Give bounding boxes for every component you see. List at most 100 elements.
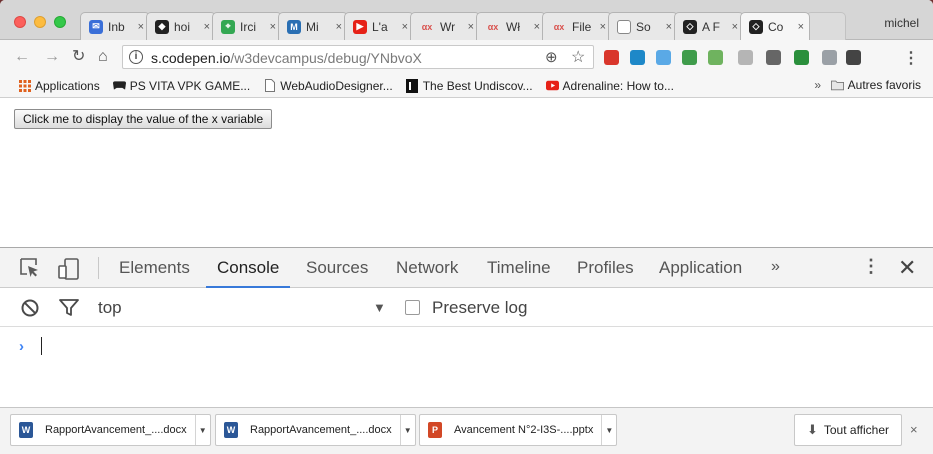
- tab-close-icon[interactable]: ×: [798, 21, 804, 33]
- home-icon[interactable]: ⌂: [98, 48, 108, 66]
- extension-icon[interactable]: [656, 50, 671, 65]
- bookmark-label: WebAudioDesigner...: [280, 78, 393, 93]
- extension-icon[interactable]: [630, 50, 645, 65]
- back-arrow-icon[interactable]: ←: [14, 48, 30, 66]
- bookmark-best-undiscovered[interactable]: The Best Undiscov...: [406, 78, 533, 93]
- browser-menu-icon[interactable]: ⋮: [903, 48, 919, 68]
- browser-tab[interactable]: αx Wł ×: [476, 12, 546, 40]
- browser-tab[interactable]: M Mi ×: [278, 12, 348, 40]
- extension-icon[interactable]: [766, 50, 781, 65]
- bookmark-applications[interactable]: Applications: [18, 79, 100, 93]
- download-menu-arrow-icon[interactable]: ▼: [602, 426, 616, 435]
- tab-close-icon[interactable]: ×: [270, 21, 276, 33]
- devtools-close-icon[interactable]: ✕: [898, 255, 916, 281]
- browser-tab[interactable]: ▶ L'a ×: [344, 12, 414, 40]
- clear-console-icon[interactable]: [21, 299, 39, 320]
- extension-icon[interactable]: [708, 50, 723, 65]
- extension-icon[interactable]: [682, 50, 697, 65]
- download-item[interactable]: W RapportAvancement_....docx ▼: [215, 414, 416, 446]
- tab-close-icon[interactable]: ×: [732, 21, 738, 33]
- bookmark-adrenaline[interactable]: Adrenaline: How to...: [545, 79, 674, 93]
- toolbar-divider: [98, 257, 99, 279]
- extension-icon[interactable]: [794, 50, 809, 65]
- extension-icon[interactable]: [604, 50, 619, 65]
- browser-tab[interactable]: ⌖ Irci ×: [212, 12, 282, 40]
- browser-tab[interactable]: ✉ Inb ×: [80, 12, 150, 40]
- zoom-icon[interactable]: ⊕: [545, 48, 558, 66]
- download-item[interactable]: W RapportAvancement_....docx ▼: [10, 414, 211, 446]
- other-bookmarks-folder[interactable]: Autres favoris: [830, 78, 921, 92]
- download-item-main[interactable]: W RapportAvancement_....docx: [11, 415, 196, 445]
- web-page-content: Click me to display the value of the x v…: [0, 99, 933, 247]
- address-url[interactable]: s.codepen.io/w3devcampus/debug/YNbvoX: [151, 50, 422, 66]
- browser-tab[interactable]: αx Wr ×: [410, 12, 480, 40]
- window-maximize-button[interactable]: [54, 16, 66, 28]
- bookmark-webaudiodesigner[interactable]: WebAudioDesigner...: [263, 79, 393, 93]
- browser-tab[interactable]: ◇ Co ×: [740, 12, 810, 40]
- bookmarks-overflow-button[interactable]: »: [814, 78, 821, 92]
- bookmark-star-icon[interactable]: ☆: [571, 47, 585, 67]
- more-tabs-button[interactable]: »: [771, 258, 780, 276]
- download-icon: ⬇: [806, 422, 818, 437]
- new-tab-button[interactable]: [806, 12, 846, 40]
- window-minimize-button[interactable]: [34, 16, 46, 28]
- ax-icon: αx: [487, 21, 499, 32]
- download-menu-arrow-icon[interactable]: ▼: [401, 426, 415, 435]
- extension-icon[interactable]: [822, 50, 837, 65]
- tab-elements[interactable]: Elements: [119, 248, 190, 288]
- tab-title: L'a: [372, 19, 388, 34]
- extension-icon[interactable]: [846, 50, 861, 65]
- extension-icon[interactable]: [738, 50, 753, 65]
- browser-tab[interactable]: So ×: [608, 12, 678, 40]
- forward-arrow-icon[interactable]: →: [44, 48, 60, 66]
- tab-sources[interactable]: Sources: [306, 248, 368, 288]
- tab-close-icon[interactable]: ×: [468, 21, 474, 33]
- context-dropdown-arrow-icon[interactable]: ▼: [373, 300, 386, 315]
- filter-icon[interactable]: [59, 299, 79, 320]
- device-toolbar-icon[interactable]: [58, 258, 80, 283]
- inspect-element-icon[interactable]: [20, 258, 40, 281]
- browser-tab[interactable]: ◆ hoi ×: [146, 12, 216, 40]
- bookmark-ps-vita[interactable]: PS VITA VPK GAME...: [112, 79, 250, 93]
- address-bar[interactable]: i s.codepen.io/w3devcampus/debug/YNbvoX …: [122, 45, 594, 69]
- context-selector[interactable]: top: [98, 298, 122, 318]
- download-menu-arrow-icon[interactable]: ▼: [196, 426, 210, 435]
- show-all-downloads-button[interactable]: ⬇ Tout afficher: [794, 414, 902, 446]
- info-icon[interactable]: i: [129, 50, 143, 64]
- tab-timeline[interactable]: Timeline: [487, 248, 551, 288]
- reload-icon[interactable]: ↻: [72, 48, 85, 66]
- tab-close-icon[interactable]: ×: [666, 21, 672, 33]
- browser-tab[interactable]: ◇ A F ×: [674, 12, 744, 40]
- profile-name[interactable]: michel: [884, 16, 919, 30]
- bookmarks-bar: Applications PS VITA VPK GAME... WebAudi…: [0, 74, 933, 98]
- tab-profiles[interactable]: Profiles: [577, 248, 634, 288]
- browser-tabs: ✉ Inb × ◆ hoi × ⌖ Irci × M Mi × ▶ L'a × αx Wr × αx Wł × αx Fil…: [80, 12, 846, 40]
- close-shelf-icon[interactable]: ×: [910, 422, 918, 437]
- preserve-log-checkbox[interactable]: [405, 300, 420, 315]
- tab-close-icon[interactable]: ×: [402, 21, 408, 33]
- console-input-caret[interactable]: [41, 337, 42, 355]
- tab-close-icon[interactable]: ×: [534, 21, 540, 33]
- folder-icon: [830, 79, 844, 92]
- tab-network[interactable]: Network: [396, 248, 458, 288]
- download-item-main[interactable]: W RapportAvancement_....docx: [216, 415, 401, 445]
- tab-title: A F: [702, 19, 721, 34]
- document-icon: [263, 79, 276, 92]
- tab-close-icon[interactable]: ×: [600, 21, 606, 33]
- tab-application[interactable]: Application: [659, 248, 742, 288]
- display-x-button[interactable]: Click me to display the value of the x v…: [14, 109, 273, 129]
- browser-tab[interactable]: αx File ×: [542, 12, 612, 40]
- devtools-menu-icon[interactable]: ⋮: [862, 256, 880, 277]
- powerpoint-file-icon: P: [428, 422, 442, 438]
- tab-close-icon[interactable]: ×: [204, 21, 210, 33]
- devtools-tab-bar: Elements Console Sources Network Timelin…: [0, 248, 933, 288]
- gamepad-icon: [112, 79, 126, 92]
- tab-close-icon[interactable]: ×: [336, 21, 342, 33]
- preserve-log-label[interactable]: Preserve log: [432, 298, 527, 318]
- window-close-button[interactable]: [14, 16, 26, 28]
- download-item[interactable]: P Avancement N°2-I3S-....pptx ▼: [419, 414, 618, 446]
- tab-console[interactable]: Console: [206, 248, 291, 288]
- tab-close-icon[interactable]: ×: [138, 21, 144, 33]
- download-item-main[interactable]: P Avancement N°2-I3S-....pptx: [420, 415, 603, 445]
- console-output[interactable]: ›: [0, 328, 933, 408]
